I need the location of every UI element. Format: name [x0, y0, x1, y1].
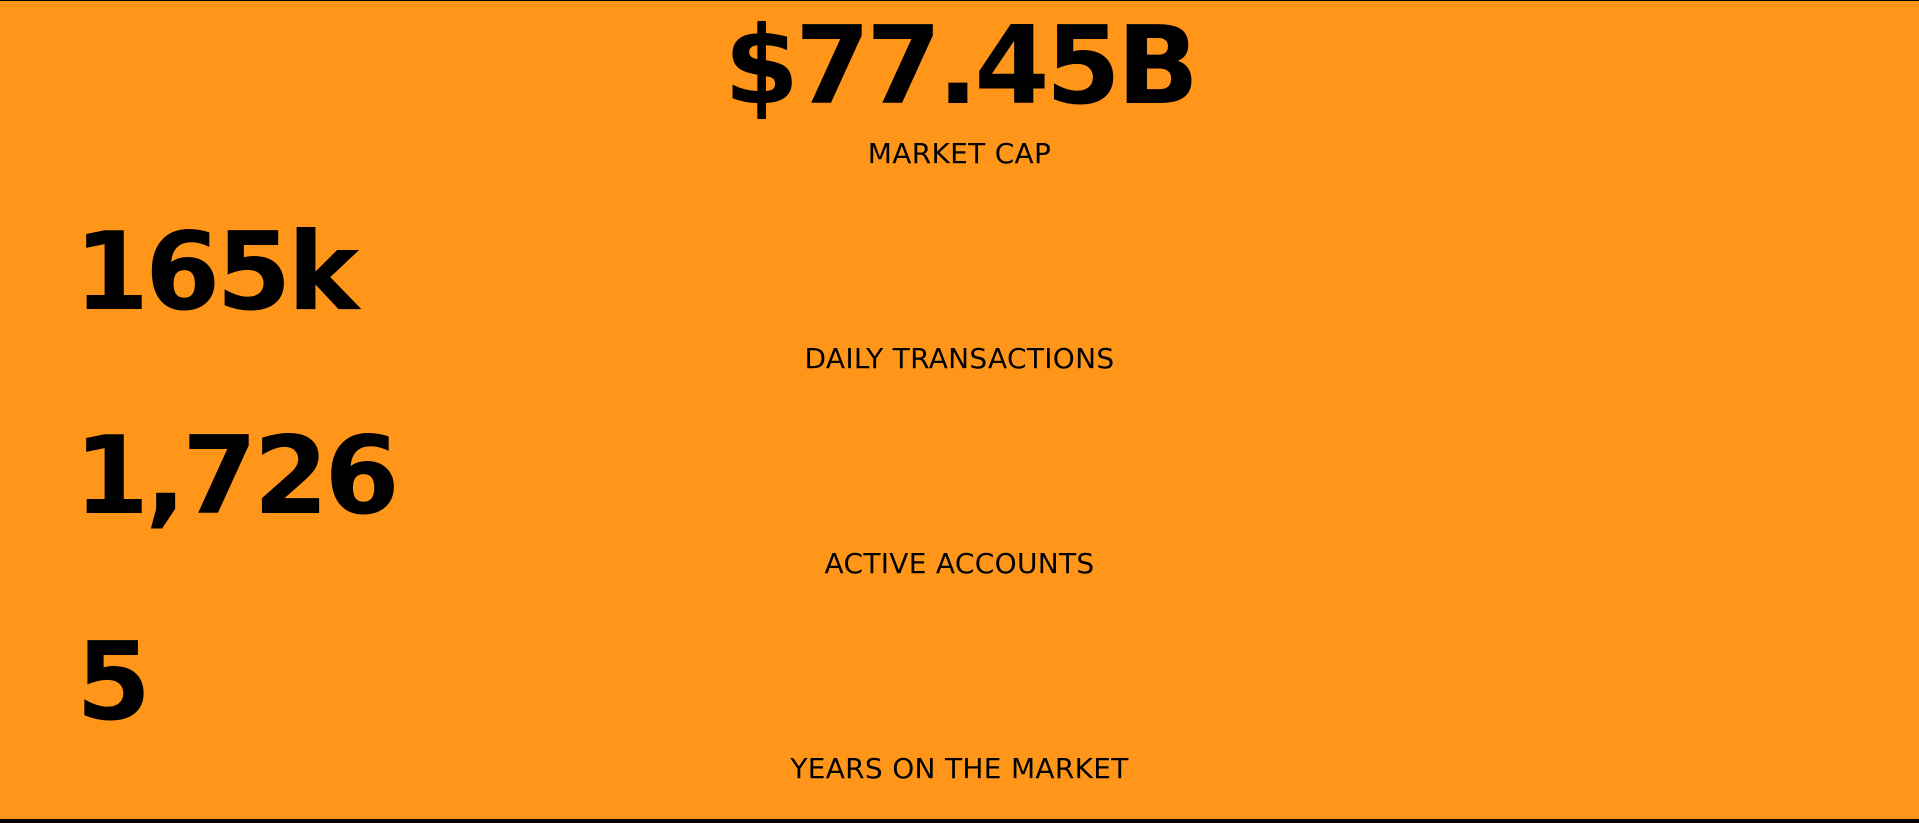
active-accounts-label: ACTIVE ACCOUNTS [824, 547, 1095, 580]
market-cap-label: MARKET CAP [867, 137, 1052, 170]
daily-transactions-label: DAILY TRANSACTIONS [804, 342, 1115, 375]
stats-panel: $77.45B MARKET CAP 165k DAILY TRANSACTIO… [0, 1, 1919, 819]
years-on-market-label: YEARS ON THE MARKET [790, 752, 1129, 785]
active-accounts-value: 1,726 [74, 414, 400, 539]
years-on-market-value: 5 [76, 620, 151, 745]
market-cap-value: $77.45B [723, 4, 1199, 129]
daily-transactions-value: 165k [74, 210, 359, 335]
